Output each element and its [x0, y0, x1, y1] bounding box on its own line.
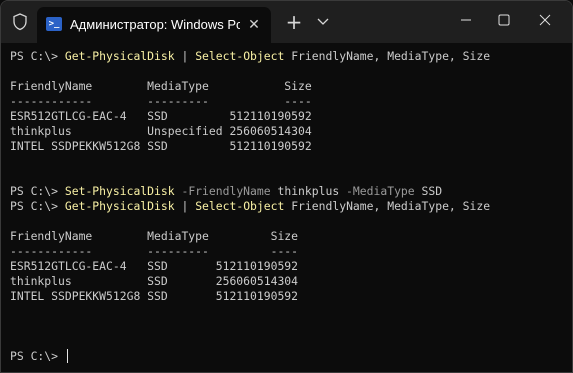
table-separator: ------------ --------- ---- — [10, 244, 299, 258]
table-row: ESR512GTLCG-EAC-4 SSD 512110190592 — [10, 259, 299, 273]
powershell-icon: >_ — [46, 17, 62, 31]
pipe: | — [174, 199, 196, 213]
shield-icon — [10, 12, 30, 32]
prompt: PS C:\> — [10, 349, 65, 363]
parameter: -FriendlyName — [174, 184, 271, 198]
input-line[interactable]: PS C:\> — [10, 349, 566, 364]
text-cursor — [66, 349, 68, 363]
pipe: | — [174, 49, 196, 63]
table-row: thinkplus Unspecified 256060514304 — [10, 124, 312, 138]
tab-title: Администратор: Windows Pc — [70, 17, 240, 32]
table-row: INTEL SSDPEKKW512G8 SSD 512110190592 — [10, 139, 312, 153]
parameter-value: thinkplus — [270, 184, 340, 198]
new-tab-button[interactable]: + — [283, 11, 305, 33]
prompt: PS C:\> — [10, 49, 65, 63]
table-header: FriendlyName MediaType Size — [10, 79, 312, 93]
table-separator: ------------ --------- ---- — [10, 94, 312, 108]
terminal-output[interactable]: PS C:\> Get-PhysicalDisk | Select-Object… — [10, 49, 566, 367]
tab-close-icon[interactable]: ✕ — [244, 15, 264, 35]
maximize-button[interactable] — [486, 5, 522, 35]
arguments: FriendlyName, MediaType, Size — [284, 49, 491, 63]
arguments: FriendlyName, MediaType, Size — [284, 199, 491, 213]
minimize-icon — [461, 19, 471, 21]
parameter: -MediaType — [339, 184, 415, 198]
cmdlet: Select-Object — [195, 49, 285, 63]
chevron-down-icon[interactable] — [313, 13, 333, 31]
command-line: PS C:\> Get-PhysicalDisk | Select-Object… — [10, 49, 566, 64]
close-button[interactable] — [527, 5, 563, 35]
maximize-icon — [498, 14, 510, 26]
minimize-button[interactable] — [448, 5, 484, 35]
title-bar[interactable]: >_ Администратор: Windows Pc ✕ + — [1, 1, 572, 43]
prompt: PS C:\> — [10, 199, 65, 213]
table-row: thinkplus SSD 256060514304 — [10, 274, 299, 288]
terminal-window: >_ Администратор: Windows Pc ✕ + PS C:\>… — [0, 0, 573, 373]
prompt: PS C:\> — [10, 184, 65, 198]
cmdlet: Set-PhysicalDisk — [64, 184, 175, 198]
close-icon — [539, 14, 551, 26]
tab-powershell[interactable]: >_ Администратор: Windows Pc ✕ — [37, 7, 271, 43]
parameter-value: SSD — [414, 184, 443, 198]
cmdlet: Get-PhysicalDisk — [64, 49, 175, 63]
table-header: FriendlyName MediaType Size — [10, 229, 299, 243]
command-line: PS C:\> Get-PhysicalDisk | Select-Object… — [10, 199, 566, 214]
command-line: PS C:\> Set-PhysicalDisk -FriendlyName t… — [10, 184, 566, 199]
table-row: ESR512GTLCG-EAC-4 SSD 512110190592 — [10, 109, 312, 123]
cmdlet: Get-PhysicalDisk — [64, 199, 175, 213]
cmdlet: Select-Object — [195, 199, 285, 213]
table-row: INTEL SSDPEKKW512G8 SSD 512110190592 — [10, 289, 299, 303]
